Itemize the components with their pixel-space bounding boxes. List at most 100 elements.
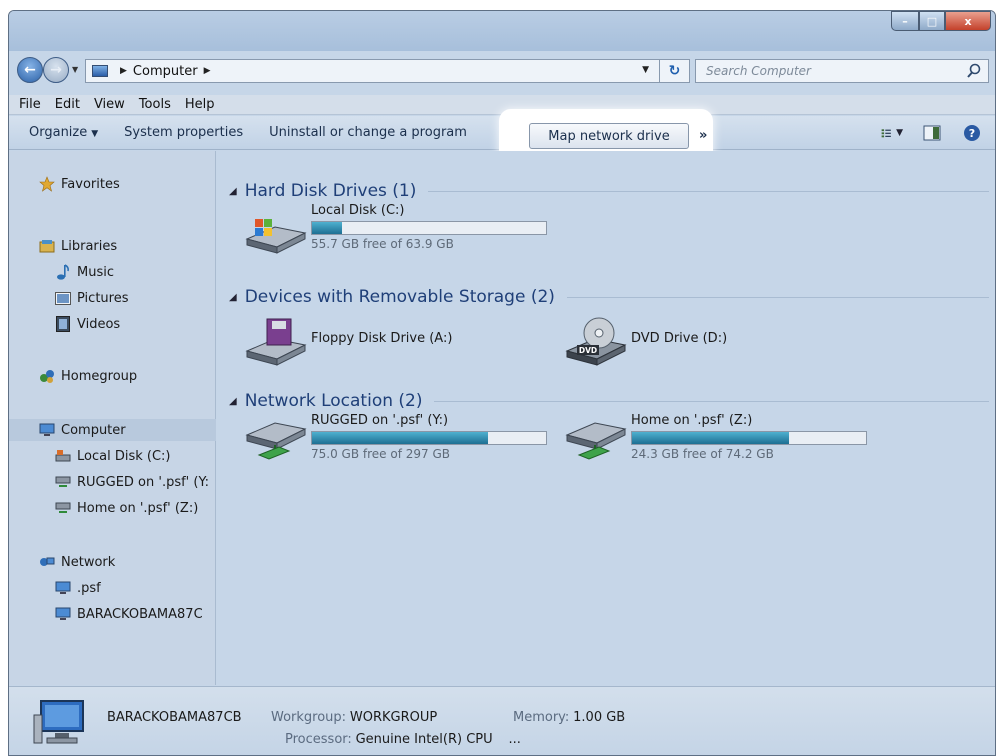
maximize-button[interactable]: □ [919,11,945,31]
navigation-pane: Favorites Libraries Music Pictures Video… [9,151,216,685]
sidebar-item-homegroup[interactable]: Homegroup [9,365,216,387]
sidebar-label: .psf [77,580,101,596]
sidebar-label: Local Disk (C:) [77,448,171,464]
workgroup-row: Workgroup: WORKGROUP [271,710,437,725]
floppy-drive-icon [245,315,307,367]
refresh-icon: ↻ [668,63,681,79]
back-button[interactable]: ← [17,57,43,83]
view-options-icon [881,129,891,138]
sidebar-label: Pictures [77,290,129,306]
menu-help[interactable]: Help [185,97,215,112]
recent-pages-dropdown[interactable]: ▼ [72,65,78,74]
sidebar-label: Network [61,554,116,570]
drive-free-space: 75.0 GB free of 297 GB [311,447,450,461]
help-button[interactable]: ? [961,124,983,142]
drive-usage-bar [311,431,547,445]
sidebar-item-libraries[interactable]: Libraries [9,235,216,257]
sidebar-label: Homegroup [61,368,138,384]
sidebar-item-barackobama[interactable]: BARACKOBAMA87C [9,603,216,625]
drive-name: Floppy Disk Drive (A:) [311,331,453,346]
breadcrumb-computer[interactable]: Computer [133,64,198,79]
computer-icon [92,65,108,77]
drive-item-a[interactable]: Floppy Disk Drive (A:) [245,315,452,367]
group-title: Network Location (2) [244,391,423,411]
videos-icon [55,316,71,332]
computer-name: BARACKOBAMA87CB [107,710,242,725]
star-icon [39,176,55,192]
svg-text:?: ? [969,127,975,140]
search-input[interactable] [706,64,946,78]
chevron-down-icon: ▼ [896,128,903,138]
processor-ellipsis: ... [508,732,521,747]
arrow-right-icon: → [50,62,62,78]
hard-disk-icon [55,448,71,464]
sidebar-item-rugged[interactable]: RUGGED on '.psf' (Y: [9,471,216,493]
sidebar-item-videos[interactable]: Videos [9,313,216,335]
collapse-triangle-icon: ◢ [229,395,237,407]
system-properties-button[interactable]: System properties [124,125,243,140]
menu-view[interactable]: View [94,97,125,112]
sidebar-item-music[interactable]: Music [9,261,216,283]
drive-item-y[interactable]: RUGGED on '.psf' (Y:) 75.0 GB free of 29… [245,413,547,465]
search-icon[interactable] [966,63,982,82]
drive-item-d[interactable]: DVD DVD Drive (D:) [565,315,727,367]
sidebar-item-favorites[interactable]: Favorites [9,173,216,195]
group-network-location[interactable]: ◢ Network Location (2) [229,391,989,411]
group-removable-storage[interactable]: ◢ Devices with Removable Storage (2) [229,287,989,307]
title-bar[interactable]: – □ x [9,11,995,51]
drive-name: DVD Drive (D:) [631,331,728,346]
sidebar-item-computer[interactable]: Computer [9,419,216,441]
sidebar-item-pictures[interactable]: Pictures [9,287,216,309]
drive-item-z[interactable]: Home on '.psf' (Z:) 24.3 GB free of 74.2… [565,413,867,465]
address-bar[interactable]: ▶ Computer ▶ ▼ ↻ [85,59,690,83]
processor-value: Genuine Intel(R) CPU [355,732,493,747]
uninstall-program-button[interactable]: Uninstall or change a program [269,125,467,140]
explorer-window: – □ x ← → ▼ ▶ Computer ▶ ▼ ↻ File Edit V… [8,10,996,756]
details-pane: BARACKOBAMA87CB Workgroup: WORKGROUP Pro… [9,686,995,755]
address-dropdown-icon[interactable]: ▼ [642,65,649,75]
sidebar-label: Home on '.psf' (Z:) [77,500,199,516]
network-drive-icon [55,474,71,490]
sidebar-label: BARACKOBAMA87C [77,606,203,622]
group-title: Hard Disk Drives (1) [244,181,417,201]
computer-large-icon [33,699,89,750]
processor-row: Processor: Genuine Intel(R) CPU ... [285,732,521,747]
menu-edit[interactable]: Edit [55,97,80,112]
menu-file[interactable]: File [19,97,41,112]
processor-label: Processor: [285,732,352,747]
dvd-badge: DVD [579,346,597,355]
refresh-button[interactable]: ↻ [659,60,689,82]
dvd-drive-icon: DVD [565,315,627,367]
sidebar-item-home[interactable]: Home on '.psf' (Z:) [9,497,216,519]
help-icon: ? [964,125,980,141]
preview-pane-button[interactable] [921,124,943,142]
close-button[interactable]: x [945,11,991,31]
forward-button[interactable]: → [43,57,69,83]
sidebar-item-local-disk[interactable]: Local Disk (C:) [9,445,216,467]
drive-usage-bar [311,221,547,235]
address-row: ← → ▼ ▶ Computer ▶ ▼ ↻ [9,55,995,85]
chevron-right-icon[interactable]: ▶ [204,66,211,76]
map-network-drive-button[interactable]: Map network drive [529,123,689,149]
change-view-button[interactable]: ▼ [881,124,903,142]
sidebar-label: Videos [77,316,121,332]
more-commands-button[interactable]: » [699,128,707,143]
chevron-down-icon: ▼ [91,129,99,139]
sidebar-item-network[interactable]: Network [9,551,216,573]
sidebar-item-psf[interactable]: .psf [9,577,216,599]
memory-row: Memory: 1.00 GB [513,710,625,725]
minimize-button[interactable]: – [891,11,919,31]
drive-usage-fill [632,432,789,444]
organize-label: Organize [29,125,88,140]
organize-button[interactable]: Organize ▼ [29,125,98,140]
group-title: Devices with Removable Storage (2) [244,287,555,307]
group-hard-disk-drives[interactable]: ◢ Hard Disk Drives (1) [229,181,989,201]
group-divider [434,400,989,402]
drive-item-c[interactable]: Local Disk (C:) 55.7 GB free of 63.9 GB [245,203,547,255]
arrow-left-icon: ← [24,62,36,78]
network-drive-icon [245,413,307,465]
chevron-right-icon[interactable]: ▶ [120,66,127,76]
computer-icon [39,422,55,438]
menu-tools[interactable]: Tools [139,97,171,112]
preview-pane-icon [923,125,941,141]
